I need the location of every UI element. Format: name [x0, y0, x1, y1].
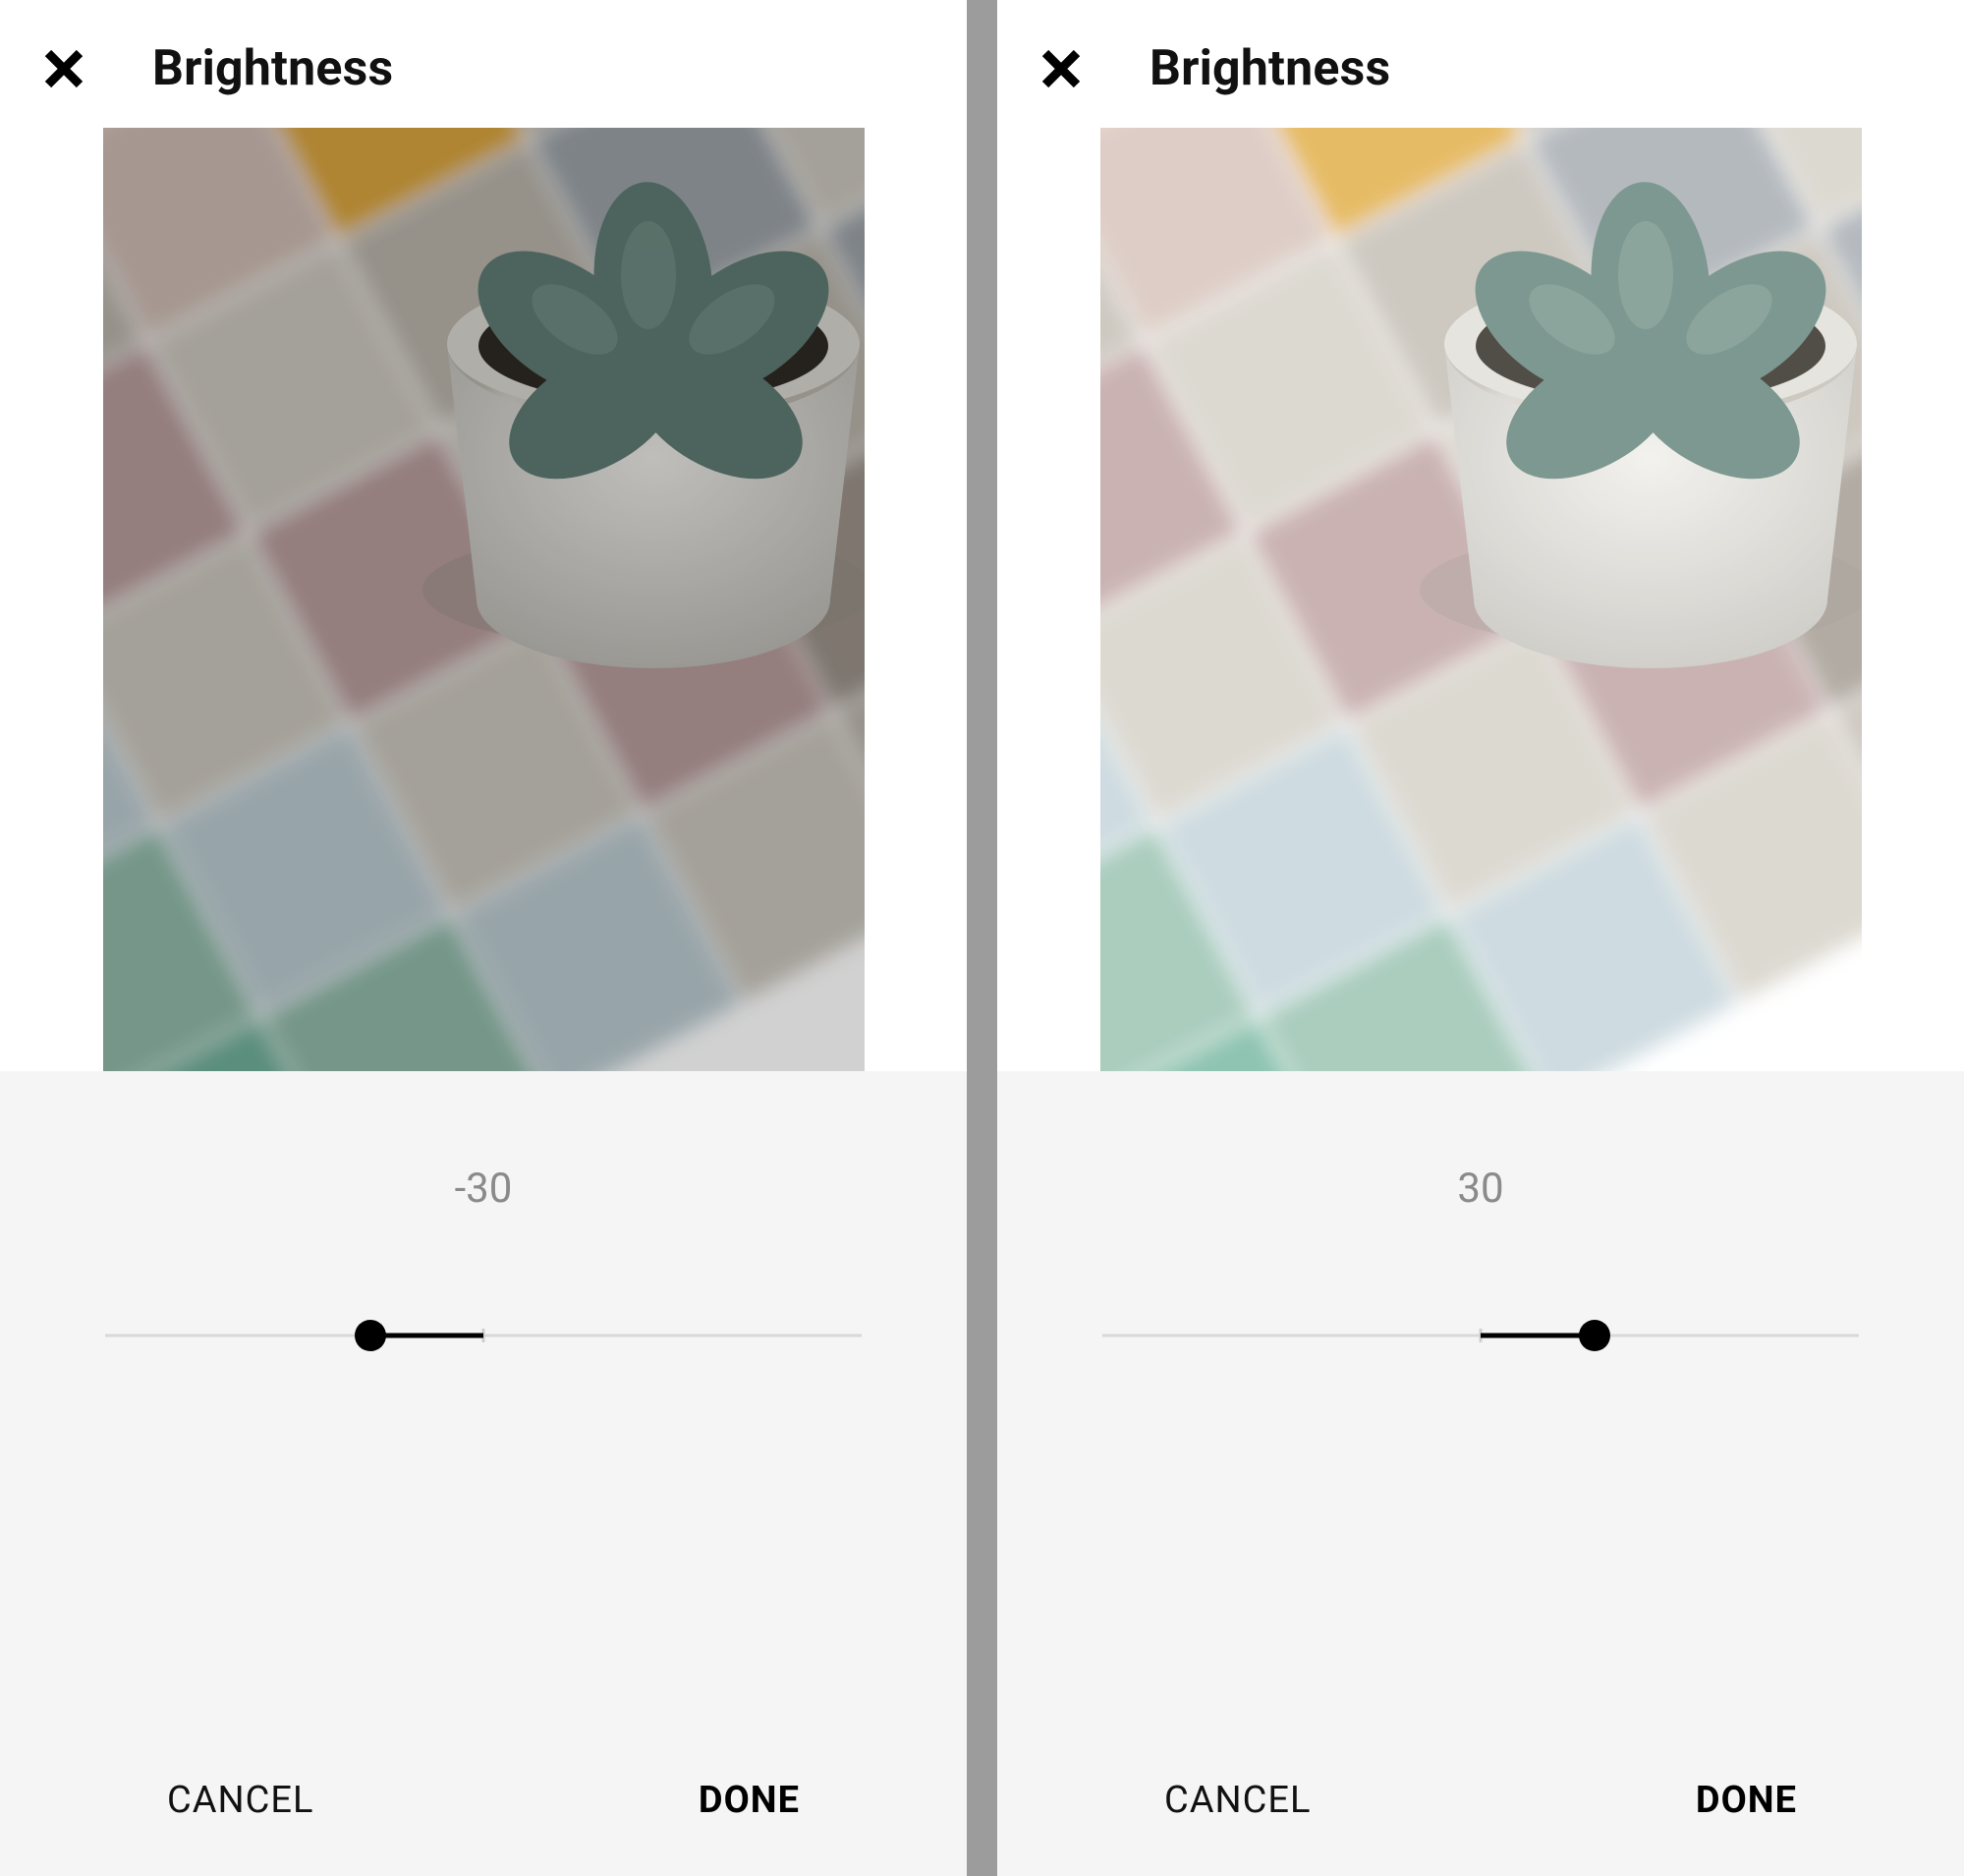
- page-title: Brightness: [152, 40, 393, 97]
- editor-screen-right: Brightness: [997, 0, 1964, 1876]
- brightness-slider[interactable]: [105, 1316, 862, 1355]
- done-button[interactable]: DONE: [1696, 1779, 1797, 1822]
- footer: CANCEL DONE: [997, 1779, 1964, 1876]
- screen-divider: [967, 0, 997, 1876]
- slider-value-label: 30: [1457, 1165, 1503, 1213]
- preview-area: [0, 128, 967, 1071]
- slider-value-label: -30: [455, 1165, 513, 1213]
- header: Brightness: [0, 0, 967, 128]
- controls-area: -30: [0, 1071, 967, 1876]
- close-icon: [40, 45, 87, 92]
- cancel-button[interactable]: CANCEL: [1164, 1779, 1311, 1822]
- slider-thumb[interactable]: [1579, 1320, 1610, 1351]
- preview-image: [1100, 128, 1862, 1071]
- done-button[interactable]: DONE: [699, 1779, 800, 1822]
- brightness-slider[interactable]: [1102, 1316, 1859, 1355]
- slider-thumb[interactable]: [355, 1320, 386, 1351]
- cancel-button[interactable]: CANCEL: [167, 1779, 313, 1822]
- header: Brightness: [997, 0, 1964, 128]
- preview-image: [103, 128, 865, 1071]
- footer: CANCEL DONE: [0, 1779, 967, 1876]
- close-button[interactable]: [34, 39, 93, 98]
- controls-area: 30: [997, 1071, 1964, 1876]
- slider-fill: [1481, 1334, 1595, 1338]
- preview-area: [997, 128, 1964, 1071]
- close-button[interactable]: [1032, 39, 1091, 98]
- slider-fill: [370, 1334, 484, 1338]
- page-title: Brightness: [1150, 40, 1390, 97]
- editor-screen-left: Brightness: [0, 0, 967, 1876]
- close-icon: [1038, 45, 1085, 92]
